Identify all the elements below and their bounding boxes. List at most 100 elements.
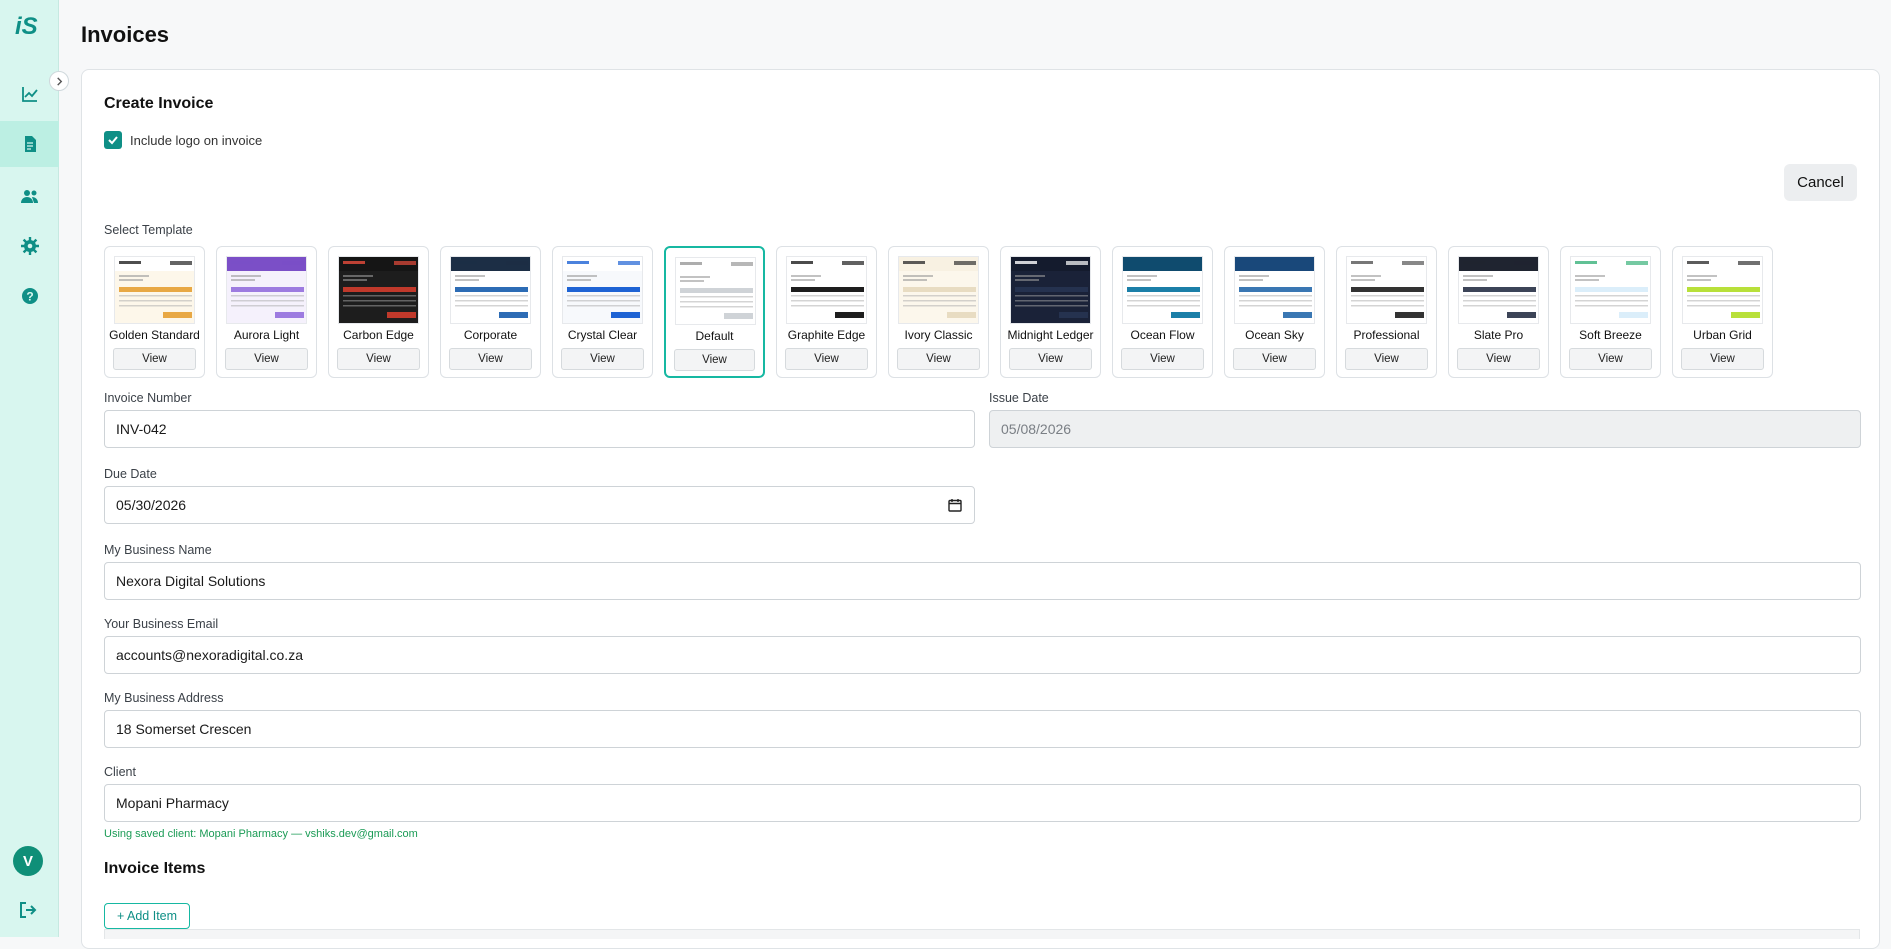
template-view-button[interactable]: View bbox=[785, 348, 868, 370]
sidebar-item-help[interactable]: ? bbox=[0, 273, 59, 319]
template-card-graphite[interactable]: Graphite Edge View bbox=[776, 246, 877, 378]
include-logo-label: Include logo on invoice bbox=[130, 132, 263, 148]
template-thumbnail[interactable] bbox=[1458, 256, 1539, 324]
client-label: Client bbox=[104, 765, 136, 779]
template-thumbnail[interactable] bbox=[1122, 256, 1203, 324]
template-thumbnail[interactable] bbox=[114, 256, 195, 324]
invoice-items-title: Invoice Items bbox=[104, 860, 206, 877]
template-thumbnail[interactable] bbox=[1570, 256, 1651, 324]
template-card-oceansky[interactable]: Ocean Sky View bbox=[1224, 246, 1325, 378]
template-name: Ocean Sky bbox=[1245, 328, 1304, 342]
template-name: Aurora Light bbox=[233, 328, 300, 342]
invoice-items-table bbox=[104, 929, 1860, 939]
template-view-button[interactable]: View bbox=[449, 348, 532, 370]
template-card-golden[interactable]: Golden Standard View bbox=[104, 246, 205, 378]
template-thumbnail[interactable] bbox=[1234, 256, 1315, 324]
template-thumbnail[interactable] bbox=[1682, 256, 1763, 324]
template-name: Midnight Ledger bbox=[1007, 328, 1094, 342]
cancel-button[interactable]: Cancel bbox=[1784, 164, 1857, 201]
logout-icon bbox=[20, 902, 37, 918]
template-card-urban[interactable]: Urban Grid View bbox=[1672, 246, 1773, 378]
template-view-button[interactable]: View bbox=[1233, 348, 1316, 370]
help-icon: ? bbox=[21, 288, 38, 304]
template-view-button[interactable]: View bbox=[561, 348, 644, 370]
business-name-input[interactable]: Nexora Digital Solutions bbox=[104, 562, 1861, 600]
template-thumbnail[interactable] bbox=[338, 256, 419, 324]
template-thumbnail[interactable] bbox=[450, 256, 531, 324]
sidebar-item-clients[interactable] bbox=[0, 173, 59, 219]
due-date-input[interactable]: 05/30/2026 bbox=[104, 486, 975, 524]
template-card-breeze[interactable]: Soft Breeze View bbox=[1560, 246, 1661, 378]
template-label: Select Template bbox=[104, 223, 193, 237]
avatar[interactable]: V bbox=[13, 846, 43, 876]
template-thumbnail[interactable] bbox=[226, 256, 307, 324]
template-name: Ivory Classic bbox=[904, 328, 973, 342]
template-card-midnight[interactable]: Midnight Ledger View bbox=[1000, 246, 1101, 378]
template-list: Golden Standard View Aurora Light View Car… bbox=[104, 246, 1773, 378]
invoice-icon bbox=[24, 136, 36, 152]
check-icon bbox=[108, 136, 118, 145]
add-item-button[interactable]: + Add Item bbox=[104, 903, 190, 929]
app-logo[interactable]: iS bbox=[13, 10, 43, 40]
template-name: Crystal Clear bbox=[567, 328, 638, 342]
template-view-button[interactable]: View bbox=[1121, 348, 1204, 370]
gear-icon bbox=[20, 237, 39, 255]
template-thumbnail[interactable] bbox=[562, 256, 643, 324]
business-name-label: My Business Name bbox=[104, 543, 212, 557]
template-view-button[interactable]: View bbox=[897, 348, 980, 370]
business-address-label: My Business Address bbox=[104, 691, 224, 705]
template-view-button[interactable]: View bbox=[1457, 348, 1540, 370]
invoice-number-label: Invoice Number bbox=[104, 391, 192, 405]
template-card-default[interactable]: Default View bbox=[664, 246, 765, 378]
template-view-button[interactable]: View bbox=[1009, 348, 1092, 370]
users-icon bbox=[20, 190, 38, 203]
sidebar-item-invoices[interactable] bbox=[0, 121, 59, 167]
business-email-label: Your Business Email bbox=[104, 617, 219, 631]
template-view-button[interactable]: View bbox=[113, 348, 196, 370]
form-title: Create Invoice bbox=[104, 95, 214, 112]
template-name: Carbon Edge bbox=[343, 328, 414, 342]
template-card-slate[interactable]: Slate Pro View bbox=[1448, 246, 1549, 378]
include-logo-row[interactable]: Include logo on invoice bbox=[104, 131, 262, 149]
client-input[interactable]: Mopani Pharmacy bbox=[104, 784, 1861, 822]
svg-text:iS: iS bbox=[15, 13, 38, 40]
chevron-right-icon bbox=[56, 76, 62, 86]
template-view-button[interactable]: View bbox=[1345, 348, 1428, 370]
template-card-ivory[interactable]: Ivory Classic View bbox=[888, 246, 989, 378]
business-email-input[interactable]: accounts@nexoradigital.co.za bbox=[104, 636, 1861, 674]
template-card-carbon[interactable]: Carbon Edge View bbox=[328, 246, 429, 378]
business-address-input[interactable]: 18 Somerset Crescen bbox=[104, 710, 1861, 748]
sidebar-item-settings[interactable] bbox=[0, 223, 59, 269]
sidebar-collapse-button[interactable] bbox=[49, 71, 69, 91]
template-thumbnail[interactable] bbox=[786, 256, 867, 324]
template-view-button[interactable]: View bbox=[674, 349, 755, 371]
template-name: Slate Pro bbox=[1473, 328, 1524, 342]
template-name: Graphite Edge bbox=[787, 328, 866, 342]
client-help-text: Using saved client: Mopani Pharmacy — vs… bbox=[104, 828, 418, 840]
due-date-label: Due Date bbox=[104, 467, 157, 481]
template-view-button[interactable]: View bbox=[1569, 348, 1652, 370]
invoice-number-input[interactable]: INV-042 bbox=[104, 410, 975, 448]
include-logo-checkbox[interactable] bbox=[104, 131, 122, 149]
template-name: Corporate bbox=[463, 328, 518, 342]
template-card-corporate[interactable]: Corporate View bbox=[440, 246, 541, 378]
template-thumbnail[interactable] bbox=[675, 257, 756, 325]
template-thumbnail[interactable] bbox=[898, 256, 979, 324]
avatar-initial: V bbox=[22, 852, 33, 870]
template-card-oceanflow[interactable]: Ocean Flow View bbox=[1112, 246, 1213, 378]
template-card-professional[interactable]: Professional View bbox=[1336, 246, 1437, 378]
logout-button[interactable] bbox=[17, 899, 39, 921]
template-view-button[interactable]: View bbox=[1681, 348, 1764, 370]
template-thumbnail[interactable] bbox=[1010, 256, 1091, 324]
template-name: Professional bbox=[1353, 328, 1420, 342]
template-view-button[interactable]: View bbox=[337, 348, 420, 370]
template-thumbnail[interactable] bbox=[1346, 256, 1427, 324]
sidebar: iS ? V bbox=[0, 0, 59, 937]
calendar-icon[interactable] bbox=[948, 498, 962, 512]
template-card-aurora[interactable]: Aurora Light View bbox=[216, 246, 317, 378]
template-view-button[interactable]: View bbox=[225, 348, 308, 370]
chart-icon bbox=[21, 87, 38, 102]
template-name: Default bbox=[695, 329, 734, 343]
template-card-crystal[interactable]: Crystal Clear View bbox=[552, 246, 653, 378]
issue-date-input: 05/08/2026 bbox=[989, 410, 1861, 448]
